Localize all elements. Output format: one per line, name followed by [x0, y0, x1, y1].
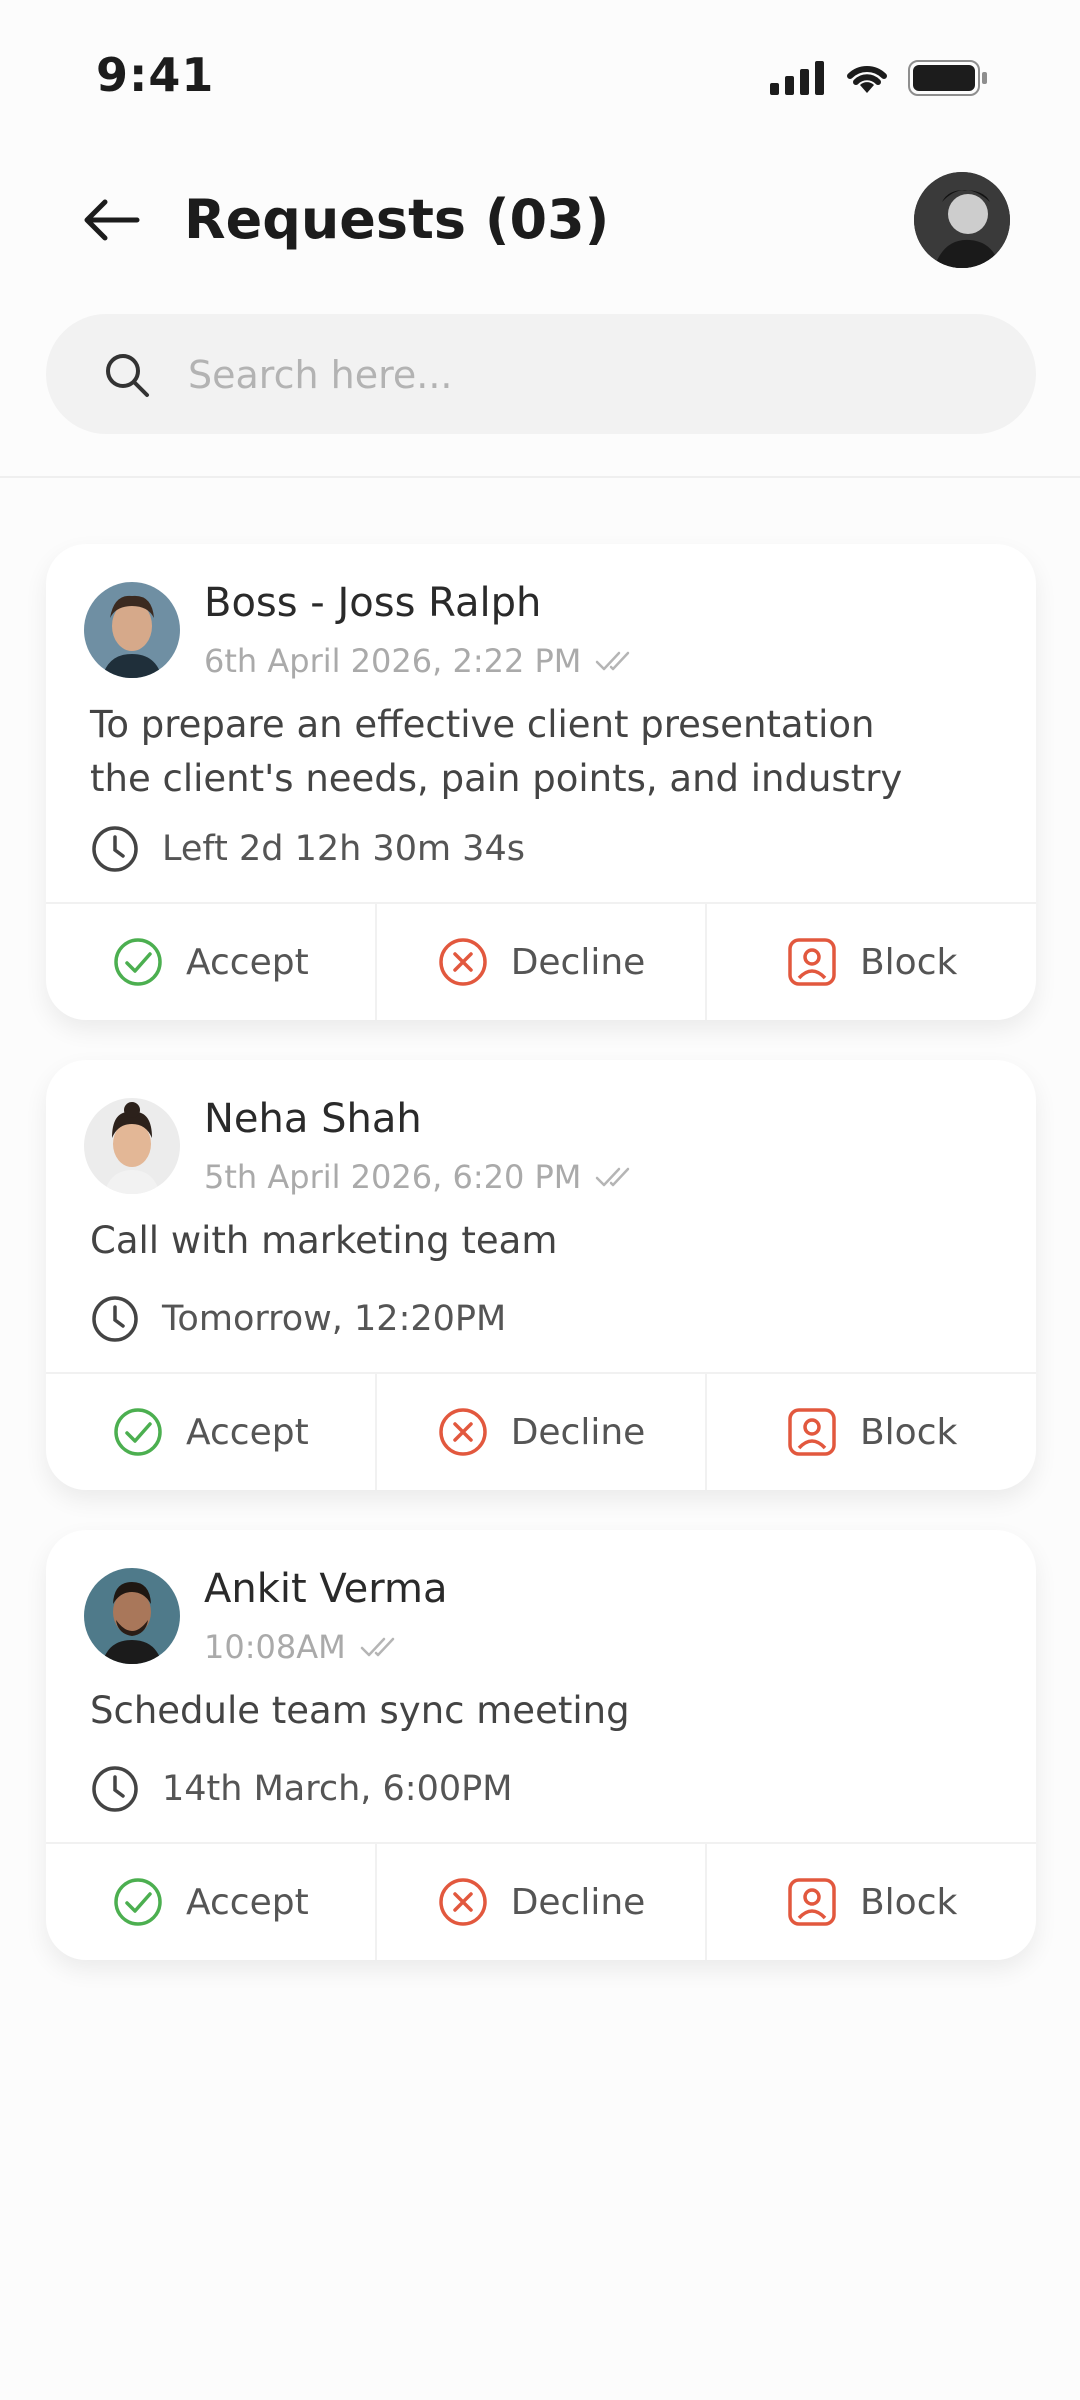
x-circle-icon: [438, 1408, 487, 1456]
user-block-icon: [788, 1878, 836, 1926]
double-check-icon: [596, 1167, 630, 1187]
user-block-icon: [788, 1408, 836, 1456]
due-text: Tomorrow, 12:20PM: [162, 1299, 507, 1339]
block-button[interactable]: Block: [705, 1844, 1036, 1960]
accept-label: Accept: [185, 941, 309, 983]
clock-icon: [92, 1766, 138, 1812]
request-message-line: Schedule team sync meeting: [90, 1689, 630, 1732]
check-circle-icon: [114, 938, 162, 986]
request-message-line: To prepare an effective client presentat…: [90, 703, 875, 746]
request-card: Neha Shah 5th April 2026, 6:20 PM Call w…: [46, 1060, 1036, 1490]
request-card: Ankit Verma 10:08AM Schedule team sync m…: [46, 1530, 1036, 1960]
profile-avatar[interactable]: [914, 172, 1010, 268]
battery-icon: [908, 60, 987, 96]
block-label: Block: [859, 941, 958, 983]
request-meta: 10:08AM: [204, 1628, 400, 1666]
request-timestamp: 10:08AM: [204, 1628, 346, 1666]
decline-button[interactable]: Decline: [374, 1844, 706, 1960]
requester-avatar: [84, 1098, 180, 1194]
double-check-icon: [596, 651, 630, 671]
status-icons: [770, 60, 988, 96]
request-message-line: Call with marketing team: [90, 1219, 558, 1262]
double-check-icon: [360, 1637, 394, 1657]
decline-button[interactable]: Decline: [374, 1374, 706, 1490]
due-text: Left 2d 12h 30m 34s: [162, 829, 525, 869]
accept-label: Accept: [185, 1881, 309, 1923]
x-circle-icon: [438, 1878, 487, 1926]
x-circle-icon: [438, 938, 487, 986]
avatar-image: [914, 172, 1010, 268]
search-bar: [46, 314, 1036, 436]
request-meta: 5th April 2026, 6:20 PM: [204, 1158, 635, 1196]
requester-avatar: [84, 1568, 180, 1664]
request-timestamp: 6th April 2026, 2:22 PM: [204, 642, 582, 680]
accept-button[interactable]: Accept: [46, 904, 375, 1020]
accept-label: Accept: [185, 1411, 309, 1453]
request-actions: Accept Decline Block: [46, 902, 1036, 1020]
user-block-icon: [788, 938, 836, 986]
decline-label: Decline: [510, 1411, 646, 1453]
request-message-line: the client's needs, pain points, and ind…: [90, 757, 903, 800]
request-actions: Accept Decline Block: [46, 1842, 1036, 1960]
request-meta: 6th April 2026, 2:22 PM: [204, 642, 635, 680]
wifi-icon: [847, 65, 887, 93]
decline-label: Decline: [510, 941, 646, 983]
accept-button[interactable]: Accept: [46, 1374, 375, 1490]
request-actions: Accept Decline Block: [46, 1372, 1036, 1490]
divider: [0, 476, 1080, 478]
requester-name: Neha Shah: [204, 1096, 422, 1142]
signal-icon: [770, 61, 824, 95]
decline-label: Decline: [510, 1881, 646, 1923]
request-due: 14th March, 6:00PM: [90, 1764, 512, 1814]
requester-name: Ankit Verma: [204, 1566, 448, 1612]
request-due: Tomorrow, 12:20PM: [90, 1294, 506, 1344]
request-card: Boss - Joss Ralph 6th April 2026, 2:22 P…: [46, 544, 1036, 1020]
header: Requests (03): [0, 160, 1080, 280]
clock-icon: [92, 1296, 138, 1342]
check-circle-icon: [114, 1878, 162, 1926]
block-button[interactable]: Block: [705, 1374, 1036, 1490]
requester-avatar: [84, 582, 180, 678]
requester-name: Boss - Joss Ralph: [204, 580, 542, 626]
page-title: Requests (03): [184, 188, 610, 251]
search-input[interactable]: [186, 314, 990, 436]
arrow-left-icon: [84, 199, 140, 241]
request-timestamp: 5th April 2026, 6:20 PM: [204, 1158, 582, 1196]
block-button[interactable]: Block: [705, 904, 1036, 1020]
status-bar: 9:41: [0, 0, 1080, 150]
request-message: Call with marketing team: [90, 1214, 990, 1268]
accept-button[interactable]: Accept: [46, 1844, 375, 1960]
due-text: 14th March, 6:00PM: [162, 1769, 513, 1809]
back-button[interactable]: [76, 190, 146, 250]
status-time: 9:41: [96, 48, 215, 102]
search-icon: [106, 354, 149, 397]
request-message: To prepare an effective client presentat…: [90, 698, 990, 806]
request-due: Left 2d 12h 30m 34s: [90, 824, 525, 874]
clock-icon: [92, 826, 138, 872]
block-label: Block: [859, 1411, 958, 1453]
check-circle-icon: [114, 1408, 162, 1456]
block-label: Block: [859, 1881, 958, 1923]
request-message: Schedule team sync meeting: [90, 1684, 990, 1738]
decline-button[interactable]: Decline: [374, 904, 706, 1020]
